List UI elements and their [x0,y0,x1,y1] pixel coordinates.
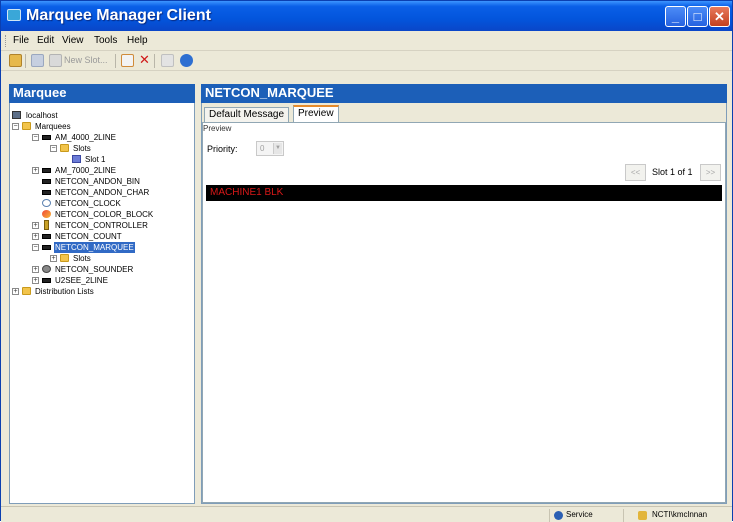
toolbar-separator [154,54,155,68]
delete-icon[interactable]: ✕ [138,54,151,67]
server-icon [12,111,21,119]
status-user: NCTI\kmclnnan [623,509,729,522]
clock-icon [42,199,51,207]
menu-bar: File Edit View Tools Help [1,31,732,51]
folder-icon [60,144,69,152]
right-panel-header: NETCON_MARQUEE [201,84,727,103]
marquee-preview-display: MACHINE1 BLK [206,185,722,201]
next-slot-button[interactable]: >> [700,164,721,181]
chevron-down-icon[interactable]: ▼ [273,143,282,154]
expand-icon[interactable]: + [32,277,39,284]
priority-select[interactable]: 0 ▼ [256,141,284,156]
expand-icon[interactable]: + [32,167,39,174]
save-icon[interactable] [31,54,44,67]
folder-icon [60,254,69,262]
menubar-grip [5,35,8,47]
help-icon[interactable] [180,54,193,67]
marquee-device-icon [42,278,51,283]
color-block-icon [42,210,51,218]
menu-file[interactable]: File [13,35,29,46]
expand-icon[interactable]: + [32,233,39,240]
preview-message: MACHINE1 BLK [210,187,284,198]
edit-icon[interactable] [121,54,134,67]
preview-tab-body [202,122,726,503]
expand-icon[interactable]: + [12,288,19,295]
menu-tools[interactable]: Tools [94,35,117,46]
collapse-icon[interactable]: − [50,145,57,152]
collapse-icon[interactable]: − [32,134,39,141]
refresh-icon[interactable] [9,54,22,67]
marquee-device-icon [42,245,51,250]
window-title: Marquee Manager Client [26,7,211,24]
menu-view[interactable]: View [62,35,84,46]
tab-default-message[interactable]: Default Message [204,107,290,123]
collapse-icon[interactable]: − [12,123,19,130]
andon-device-icon [42,179,51,184]
expand-icon[interactable]: + [32,222,39,229]
main-window: Marquee Manager Client _ □ ✕ File Edit V… [0,0,733,522]
properties-icon[interactable] [161,54,174,67]
collapse-icon[interactable]: − [32,244,39,251]
slot-icon [72,155,81,163]
previous-slot-button[interactable]: << [625,164,646,181]
controller-icon [44,220,49,230]
minimize-button[interactable]: _ [665,6,686,27]
new-slot-icon[interactable] [49,54,62,67]
preview-group-label: Preview [203,124,232,133]
expand-icon[interactable]: + [50,255,57,262]
counter-device-icon [42,234,51,239]
tree-panel: localhost − Marquees − AM_4000_2LINE − S… [9,84,195,504]
app-icon [7,9,21,21]
expand-icon[interactable]: + [32,266,39,273]
marquee-device-icon [42,168,51,173]
status-bar: Service NCTI\kmclnnan [1,506,732,522]
title-bar[interactable]: Marquee Manager Client _ □ ✕ [1,1,732,31]
user-icon [638,511,647,520]
toolbar: New Slot... ✕ [1,51,732,71]
folder-icon [22,287,31,295]
folder-icon [22,122,31,130]
menu-help[interactable]: Help [127,35,148,46]
marquee-device-icon [42,135,51,140]
new-slot-button[interactable]: New Slot... [64,55,108,65]
tab-preview[interactable]: Preview [293,105,339,123]
status-service: Service [549,509,609,522]
left-panel-header: Marquee [9,84,195,103]
slot-indicator: Slot 1 of 1 [652,167,693,177]
toolbar-separator [25,54,26,68]
priority-label: Priority: [207,144,238,154]
service-icon [554,511,563,520]
andon-device-icon [42,190,51,195]
toolbar-separator [115,54,116,68]
menu-edit[interactable]: Edit [37,35,54,46]
maximize-button[interactable]: □ [687,6,708,27]
priority-value: 0 [260,144,265,153]
sounder-icon [42,265,51,273]
close-button[interactable]: ✕ [709,6,730,27]
